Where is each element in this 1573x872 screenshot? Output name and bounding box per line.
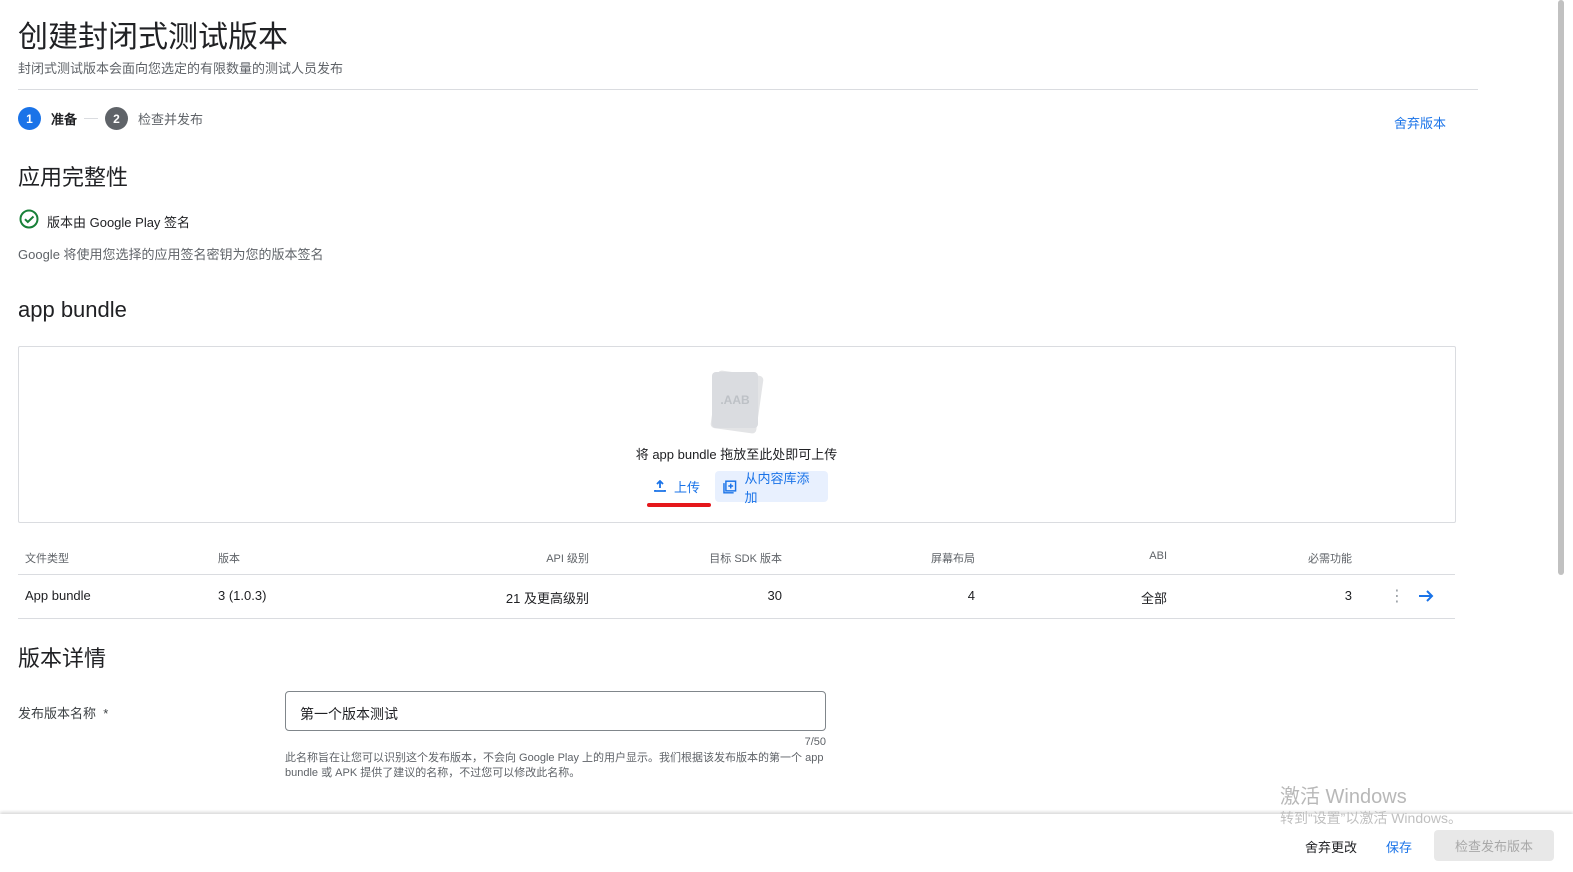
library-add-icon — [723, 479, 737, 494]
red-annotation-underline — [647, 503, 711, 507]
col-header-api-level: API 级别 — [546, 553, 589, 565]
cell-required-features: 3 — [1344, 588, 1352, 603]
more-vert-icon[interactable]: ⋮ — [1389, 588, 1405, 606]
discard-release-link[interactable]: 舍弃版本 — [1394, 113, 1446, 132]
windows-watermark-title: 激活 Windows — [1280, 786, 1407, 808]
col-header-abi: ABI — [1149, 550, 1167, 562]
release-name-input[interactable]: 第一个版本测试 — [285, 691, 826, 731]
step-2[interactable]: 2 检查并发布 — [105, 107, 203, 130]
cell-api-level: 21 及更高级别 — [505, 591, 589, 606]
release-name-label: 发布版本名称 * — [18, 703, 108, 722]
page-subtitle: 封闭式测试版本会面向您选定的有限数量的测试人员发布 — [18, 61, 344, 76]
step-connector — [84, 118, 98, 119]
label-text: 发布版本名称 — [18, 706, 97, 721]
col-header-version: 版本 — [218, 553, 240, 565]
check-circle-icon — [19, 209, 39, 234]
step-label: 准备 — [51, 112, 78, 127]
upload-label: 上传 — [674, 479, 701, 495]
cell-target-sdk: 30 — [767, 588, 782, 603]
bundle-heading: app bundle — [18, 297, 127, 322]
add-from-library-button[interactable]: 从内容库添加 — [715, 471, 828, 505]
char-counter: 7/50 — [804, 736, 826, 748]
step-number: 1 — [18, 107, 41, 130]
aab-file-icon: .AAB — [710, 370, 764, 434]
signing-description: Google 将使用您选择的应用签名密钥为您的版本签名 — [18, 247, 324, 262]
cell-abi: 全部 — [1140, 591, 1167, 606]
add-from-library-label: 从内容库添加 — [744, 470, 810, 505]
divider — [18, 618, 1455, 619]
divider — [18, 89, 1478, 90]
discard-changes-button[interactable]: 舍弃更改 — [1305, 837, 1357, 856]
release-name-help: 此名称旨在让您可以识别这个发布版本，不会向 Google Play 上的用户显示… — [285, 752, 824, 779]
col-header-target-sdk: 目标 SDK 版本 — [709, 553, 782, 565]
required-mark: * — [103, 706, 109, 721]
step-1[interactable]: 1 准备 — [18, 107, 77, 130]
col-header-required-features: 必需功能 — [1308, 553, 1352, 565]
col-header-file-type: 文件类型 — [25, 553, 69, 565]
save-button[interactable]: 保存 — [1386, 837, 1412, 856]
review-release-button[interactable]: 检查发布版本 — [1434, 830, 1554, 861]
windows-watermark-subtitle: 转到“设置”以激活 Windows。 — [1280, 810, 1463, 826]
step-label: 检查并发布 — [138, 112, 204, 127]
upload-icon — [654, 480, 666, 492]
drop-hint: 将 app bundle 拖放至此处即可上传 — [635, 447, 838, 462]
cell-screen-layout: 4 — [967, 588, 975, 603]
cell-version: 3 (1.0.3) — [218, 588, 267, 603]
scrollbar[interactable] — [1558, 0, 1564, 575]
step-number: 2 — [105, 107, 128, 130]
col-header-screen-layout: 屏幕布局 — [931, 553, 975, 565]
signing-status: 版本由 Google Play 签名 — [47, 215, 191, 230]
page-title: 创建封闭式测试版本 — [18, 21, 288, 54]
integrity-heading: 应用完整性 — [18, 165, 129, 190]
details-heading: 版本详情 — [18, 646, 107, 671]
arrow-forward-icon[interactable] — [1417, 587, 1435, 610]
upload-button[interactable]: 上传 — [646, 472, 708, 500]
cell-file-type: App bundle — [25, 588, 91, 603]
divider — [18, 574, 1455, 575]
